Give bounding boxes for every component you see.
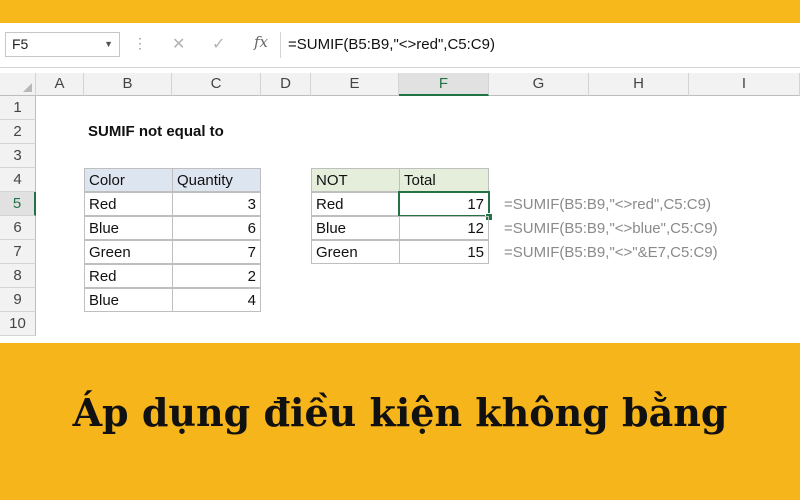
summary-header-not[interactable]: NOT [311, 168, 400, 192]
color-cell[interactable]: Blue [84, 216, 173, 240]
spreadsheet-window: F5 ▼ ⋮ ✕ ✓ fx =SUMIF(B5:B9,"<>red",C5:C9… [0, 23, 800, 343]
formula-note[interactable]: =SUMIF(B5:B9,"<>blue",C5:C9) [504, 217, 718, 240]
quantity-cell[interactable]: 6 [172, 216, 261, 240]
row-header-6[interactable]: 6 [0, 216, 36, 240]
row-header-7[interactable]: 7 [0, 240, 36, 264]
drag-handle-icon[interactable]: ⋮ [133, 35, 147, 52]
column-header-h[interactable]: H [589, 73, 689, 96]
row-header-10[interactable]: 10 [0, 312, 36, 336]
not-cell[interactable]: Red [311, 192, 400, 216]
cancel-icon[interactable]: ✕ [172, 34, 185, 54]
column-header-b[interactable]: B [84, 73, 172, 96]
row-header-1[interactable]: 1 [0, 96, 36, 120]
enter-icon[interactable]: ✓ [212, 34, 225, 54]
formula-note[interactable]: =SUMIF(B5:B9,"<>red",C5:C9) [504, 193, 711, 216]
row-header-5[interactable]: 5 [0, 192, 36, 216]
quantity-cell[interactable]: 7 [172, 240, 261, 264]
row-header-4[interactable]: 4 [0, 168, 36, 192]
top-banner [0, 0, 800, 23]
color-cell[interactable]: Green [84, 240, 173, 264]
not-cell[interactable]: Blue [311, 216, 400, 240]
table-header-color[interactable]: Color [84, 168, 173, 192]
column-header-c[interactable]: C [172, 73, 261, 96]
quantity-cell[interactable]: 3 [172, 192, 261, 216]
formula-note[interactable]: =SUMIF(B5:B9,"<>"&E7,C5:C9) [504, 241, 718, 264]
sheet-title[interactable]: SUMIF not equal to [84, 120, 228, 144]
chevron-down-icon[interactable]: ▼ [104, 33, 113, 56]
row-header-9[interactable]: 9 [0, 288, 36, 312]
color-cell[interactable]: Red [84, 264, 173, 288]
row-header-3[interactable]: 3 [0, 144, 36, 168]
name-box[interactable]: F5 ▼ [5, 32, 120, 57]
select-all-icon [23, 83, 32, 92]
banner-caption: Áp dụng điều kiện không bằng [72, 390, 728, 435]
insert-function-icon[interactable]: fx [254, 33, 268, 51]
select-all-corner[interactable] [0, 73, 36, 96]
name-box-value: F5 [12, 36, 29, 52]
column-header-i[interactable]: I [689, 73, 800, 96]
table-header-quantity[interactable]: Quantity [172, 168, 261, 192]
quantity-cell[interactable]: 2 [172, 264, 261, 288]
quantity-cell[interactable]: 4 [172, 288, 261, 312]
formula-bar-divider [280, 32, 281, 58]
color-cell[interactable]: Blue [84, 288, 173, 312]
column-header-f[interactable]: F [399, 73, 489, 96]
row-header-8[interactable]: 8 [0, 264, 36, 288]
active-cell-total[interactable]: 17 [398, 191, 490, 217]
column-header-d[interactable]: D [261, 73, 311, 96]
column-header-e[interactable]: E [311, 73, 399, 96]
summary-header-total[interactable]: Total [399, 168, 489, 192]
not-cell[interactable]: Green [311, 240, 400, 264]
total-cell[interactable]: 12 [399, 216, 489, 240]
row-header-2[interactable]: 2 [0, 120, 36, 144]
column-header-g[interactable]: G [489, 73, 589, 96]
column-header-a[interactable]: A [36, 73, 84, 96]
total-cell[interactable]: 15 [399, 240, 489, 264]
formula-input[interactable]: =SUMIF(B5:B9,"<>red",C5:C9) [288, 32, 495, 58]
color-cell[interactable]: Red [84, 192, 173, 216]
formula-bar: F5 ▼ ⋮ ✕ ✓ fx =SUMIF(B5:B9,"<>red",C5:C9… [0, 23, 800, 68]
